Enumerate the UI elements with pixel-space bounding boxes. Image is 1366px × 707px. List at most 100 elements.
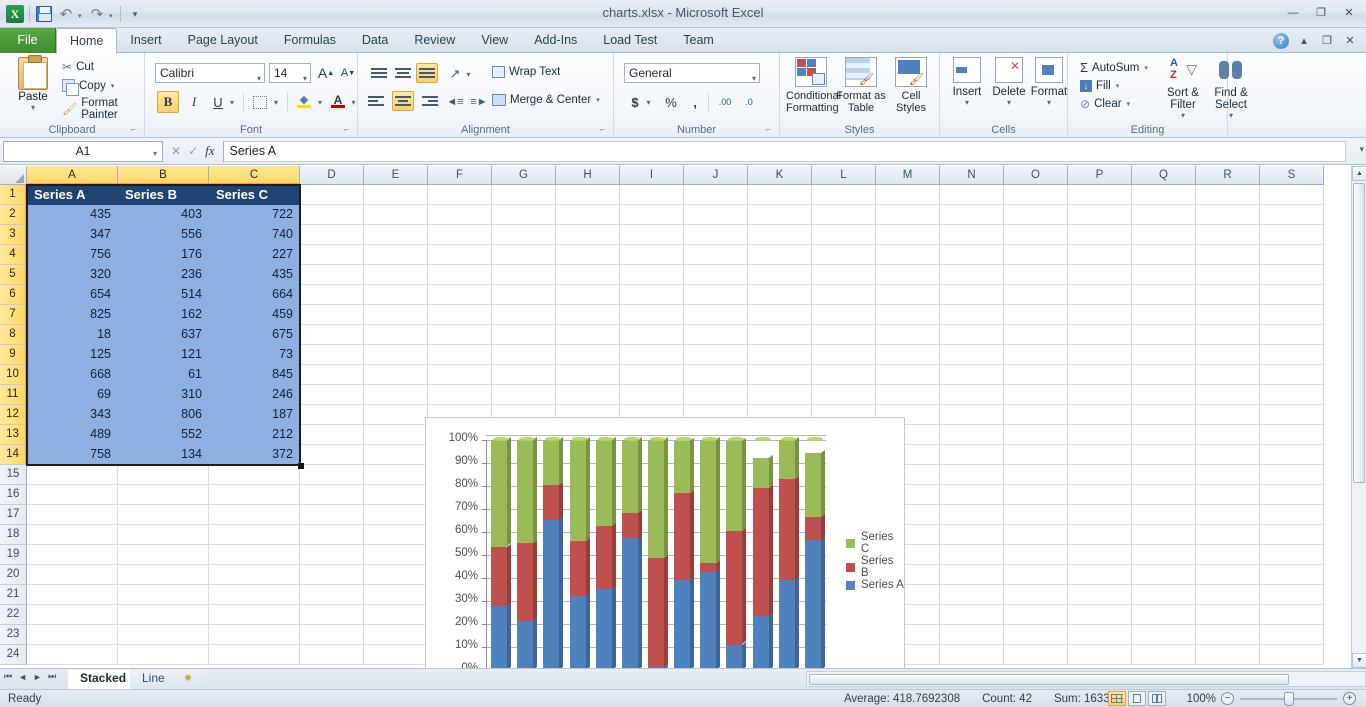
- grid-cell[interactable]: [1068, 565, 1132, 585]
- grid-cell[interactable]: [1004, 545, 1068, 565]
- grid-cell[interactable]: [1004, 425, 1068, 445]
- table-header-cell[interactable]: Series A: [27, 185, 118, 205]
- grid-cell[interactable]: [812, 205, 876, 225]
- grid-cell[interactable]: [812, 345, 876, 365]
- grid-cell[interactable]: [1260, 465, 1324, 485]
- align-right-icon[interactable]: [416, 91, 438, 111]
- zoom-slider[interactable]: − +: [1221, 692, 1356, 706]
- tab-formulas[interactable]: Formulas: [271, 28, 349, 53]
- column-header-G[interactable]: G: [492, 166, 556, 185]
- table-data-cell[interactable]: 125: [27, 345, 118, 365]
- chart-bar-segment[interactable]: [674, 441, 690, 493]
- copy-dropdown-icon[interactable]: ▾: [111, 82, 115, 90]
- grid-cell[interactable]: [300, 185, 364, 205]
- grid-cell[interactable]: [1260, 625, 1324, 645]
- column-header-F[interactable]: F: [428, 166, 492, 185]
- scroll-up-icon[interactable]: ▲: [1352, 166, 1366, 181]
- insert-dropdown-icon[interactable]: ▾: [946, 98, 988, 107]
- grid-cell[interactable]: [300, 365, 364, 385]
- grid-cell[interactable]: [118, 625, 209, 645]
- grid-cell[interactable]: [1196, 545, 1260, 565]
- italic-button[interactable]: I: [183, 91, 205, 113]
- grid-cell[interactable]: [300, 285, 364, 305]
- fill-color-button[interactable]: ◆: [293, 89, 315, 111]
- name-box-dropdown-icon[interactable]: ▾: [153, 149, 157, 158]
- grid-cell[interactable]: [1132, 445, 1196, 465]
- grow-font-icon[interactable]: A▲: [315, 62, 337, 84]
- grid-cell[interactable]: [428, 245, 492, 265]
- close-button[interactable]: ✕: [1336, 3, 1362, 22]
- grid-cell[interactable]: [364, 425, 428, 445]
- table-data-cell[interactable]: 212: [209, 425, 300, 445]
- grid-cell[interactable]: [748, 385, 812, 405]
- align-center-icon[interactable]: [392, 91, 414, 111]
- font-size-input[interactable]: 14 ▾: [269, 63, 311, 83]
- delete-dropdown-icon[interactable]: ▾: [988, 98, 1030, 107]
- column-header-C[interactable]: C: [209, 166, 300, 185]
- normal-view-icon[interactable]: [1108, 691, 1126, 706]
- grid-cell[interactable]: [364, 465, 428, 485]
- grid-cell[interactable]: [1196, 265, 1260, 285]
- table-data-cell[interactable]: 675: [209, 325, 300, 345]
- grid-cell[interactable]: [1196, 205, 1260, 225]
- grid-cell[interactable]: [1004, 585, 1068, 605]
- zoom-out-icon[interactable]: −: [1221, 692, 1234, 705]
- grid-cell[interactable]: [1260, 385, 1324, 405]
- grid-cell[interactable]: [1068, 505, 1132, 525]
- chart-bar-segment[interactable]: [726, 645, 742, 668]
- cell-styles-button[interactable]: 🖌 Cell Styles: [886, 57, 936, 114]
- fill-dropdown-icon[interactable]: ▾: [1116, 82, 1120, 90]
- grid-cell[interactable]: [940, 245, 1004, 265]
- underline-button[interactable]: U: [207, 91, 229, 113]
- formula-input[interactable]: Series A: [223, 141, 1346, 162]
- grid-cell[interactable]: [492, 285, 556, 305]
- grid-cell[interactable]: [492, 205, 556, 225]
- grid-cell[interactable]: [1068, 645, 1132, 665]
- grid-cell[interactable]: [748, 325, 812, 345]
- grid-cell[interactable]: [428, 285, 492, 305]
- clear-button[interactable]: ⊘ Clear ▾: [1076, 96, 1152, 112]
- grid-cell[interactable]: [364, 625, 428, 645]
- cut-button[interactable]: ✂ Cut: [58, 59, 144, 75]
- grid-cell[interactable]: [684, 385, 748, 405]
- chart-bar-segment[interactable]: [805, 453, 821, 517]
- decrease-indent-icon[interactable]: ◄≡: [444, 91, 466, 113]
- insert-worksheet-icon[interactable]: ✷: [175, 670, 201, 689]
- percent-format-icon[interactable]: %: [660, 91, 682, 113]
- row-header-9[interactable]: 9: [0, 345, 27, 365]
- grid-cell[interactable]: [118, 605, 209, 625]
- grid-cell[interactable]: [1196, 625, 1260, 645]
- restore-button[interactable]: ❐: [1308, 3, 1334, 22]
- grid-cell[interactable]: [1068, 185, 1132, 205]
- grid-cell[interactable]: [209, 585, 300, 605]
- tab-team[interactable]: Team: [670, 28, 727, 53]
- grid-cell[interactable]: [1004, 605, 1068, 625]
- chart-bar-segment[interactable]: [491, 547, 507, 606]
- table-data-cell[interactable]: 740: [209, 225, 300, 245]
- grid-cell[interactable]: [1004, 565, 1068, 585]
- borders-button[interactable]: [249, 91, 271, 113]
- grid-cell[interactable]: [1004, 305, 1068, 325]
- grid-cell[interactable]: [428, 325, 492, 345]
- grid-cell[interactable]: [1260, 605, 1324, 625]
- grid-cell[interactable]: [1068, 265, 1132, 285]
- grid-cell[interactable]: [1260, 485, 1324, 505]
- chart-bar[interactable]: [517, 440, 533, 668]
- table-data-cell[interactable]: 514: [118, 285, 209, 305]
- scroll-down-icon[interactable]: ▼: [1352, 653, 1366, 668]
- grid-cell[interactable]: [1004, 365, 1068, 385]
- sort-filter-dropdown-icon[interactable]: ▾: [1160, 111, 1206, 120]
- grid-cell[interactable]: [812, 285, 876, 305]
- grid-cell[interactable]: [300, 505, 364, 525]
- grid-cell[interactable]: [27, 565, 118, 585]
- column-header-R[interactable]: R: [1196, 166, 1260, 185]
- autosum-button[interactable]: Σ AutoSum ▾: [1076, 59, 1152, 76]
- grid-cell[interactable]: [1004, 285, 1068, 305]
- row-header-23[interactable]: 23: [0, 625, 27, 645]
- grid-cell[interactable]: [1068, 405, 1132, 425]
- grid-cell[interactable]: [492, 385, 556, 405]
- grid-cell[interactable]: [1132, 225, 1196, 245]
- grid-cell[interactable]: [1196, 645, 1260, 665]
- grid-cell[interactable]: [684, 185, 748, 205]
- column-header-B[interactable]: B: [118, 166, 209, 185]
